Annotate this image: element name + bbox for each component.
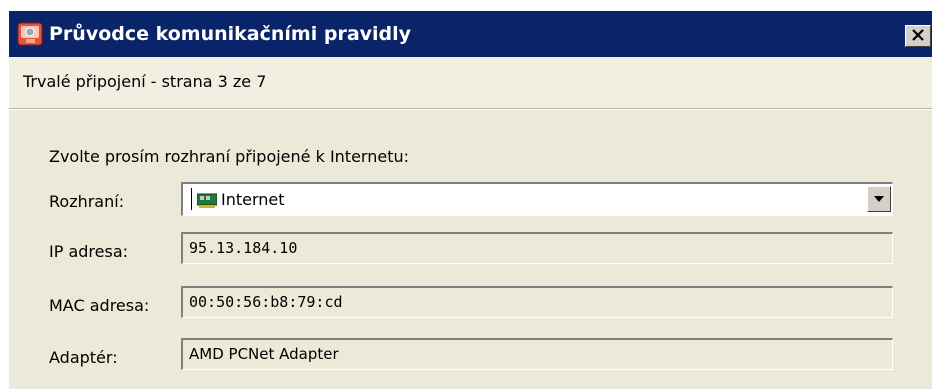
ip-address-field[interactable]: 95.13.184.10 — [181, 232, 893, 264]
interface-label: Rozhraní: — [49, 192, 125, 211]
adapter-label: Adaptér: — [49, 348, 118, 367]
interface-prompt: Zvolte prosím rozhraní připojené k Inter… — [49, 147, 409, 166]
title-bar[interactable]: Průvodce komunikačními pravidly — [9, 11, 932, 57]
wizard-dialog: Průvodce komunikačními pravidly Trvalé p… — [8, 10, 932, 389]
wizard-app-icon — [17, 22, 43, 46]
close-x-icon — [912, 29, 924, 41]
close-button[interactable] — [905, 25, 931, 47]
mac-label: MAC adresa: — [49, 296, 150, 315]
ip-label: IP adresa: — [49, 242, 129, 261]
dropdown-arrow-icon — [874, 196, 884, 202]
interface-value: Internet — [221, 190, 285, 209]
interface-select[interactable]: Internet — [181, 182, 893, 216]
mac-address-field[interactable]: 00:50:56:b8:79:cd — [181, 286, 893, 318]
combo-focus-caret — [191, 188, 192, 210]
window-title: Průvodce komunikačními pravidly — [49, 23, 412, 45]
adapter-field[interactable]: AMD PCNet Adapter — [181, 338, 893, 370]
dropdown-button[interactable] — [867, 186, 891, 212]
wizard-header: Trvalé připojení - strana 3 ze 7 — [9, 57, 932, 109]
network-card-icon — [197, 193, 217, 208]
header-divider — [9, 109, 932, 110]
page-subtitle: Trvalé připojení - strana 3 ze 7 — [23, 72, 267, 91]
